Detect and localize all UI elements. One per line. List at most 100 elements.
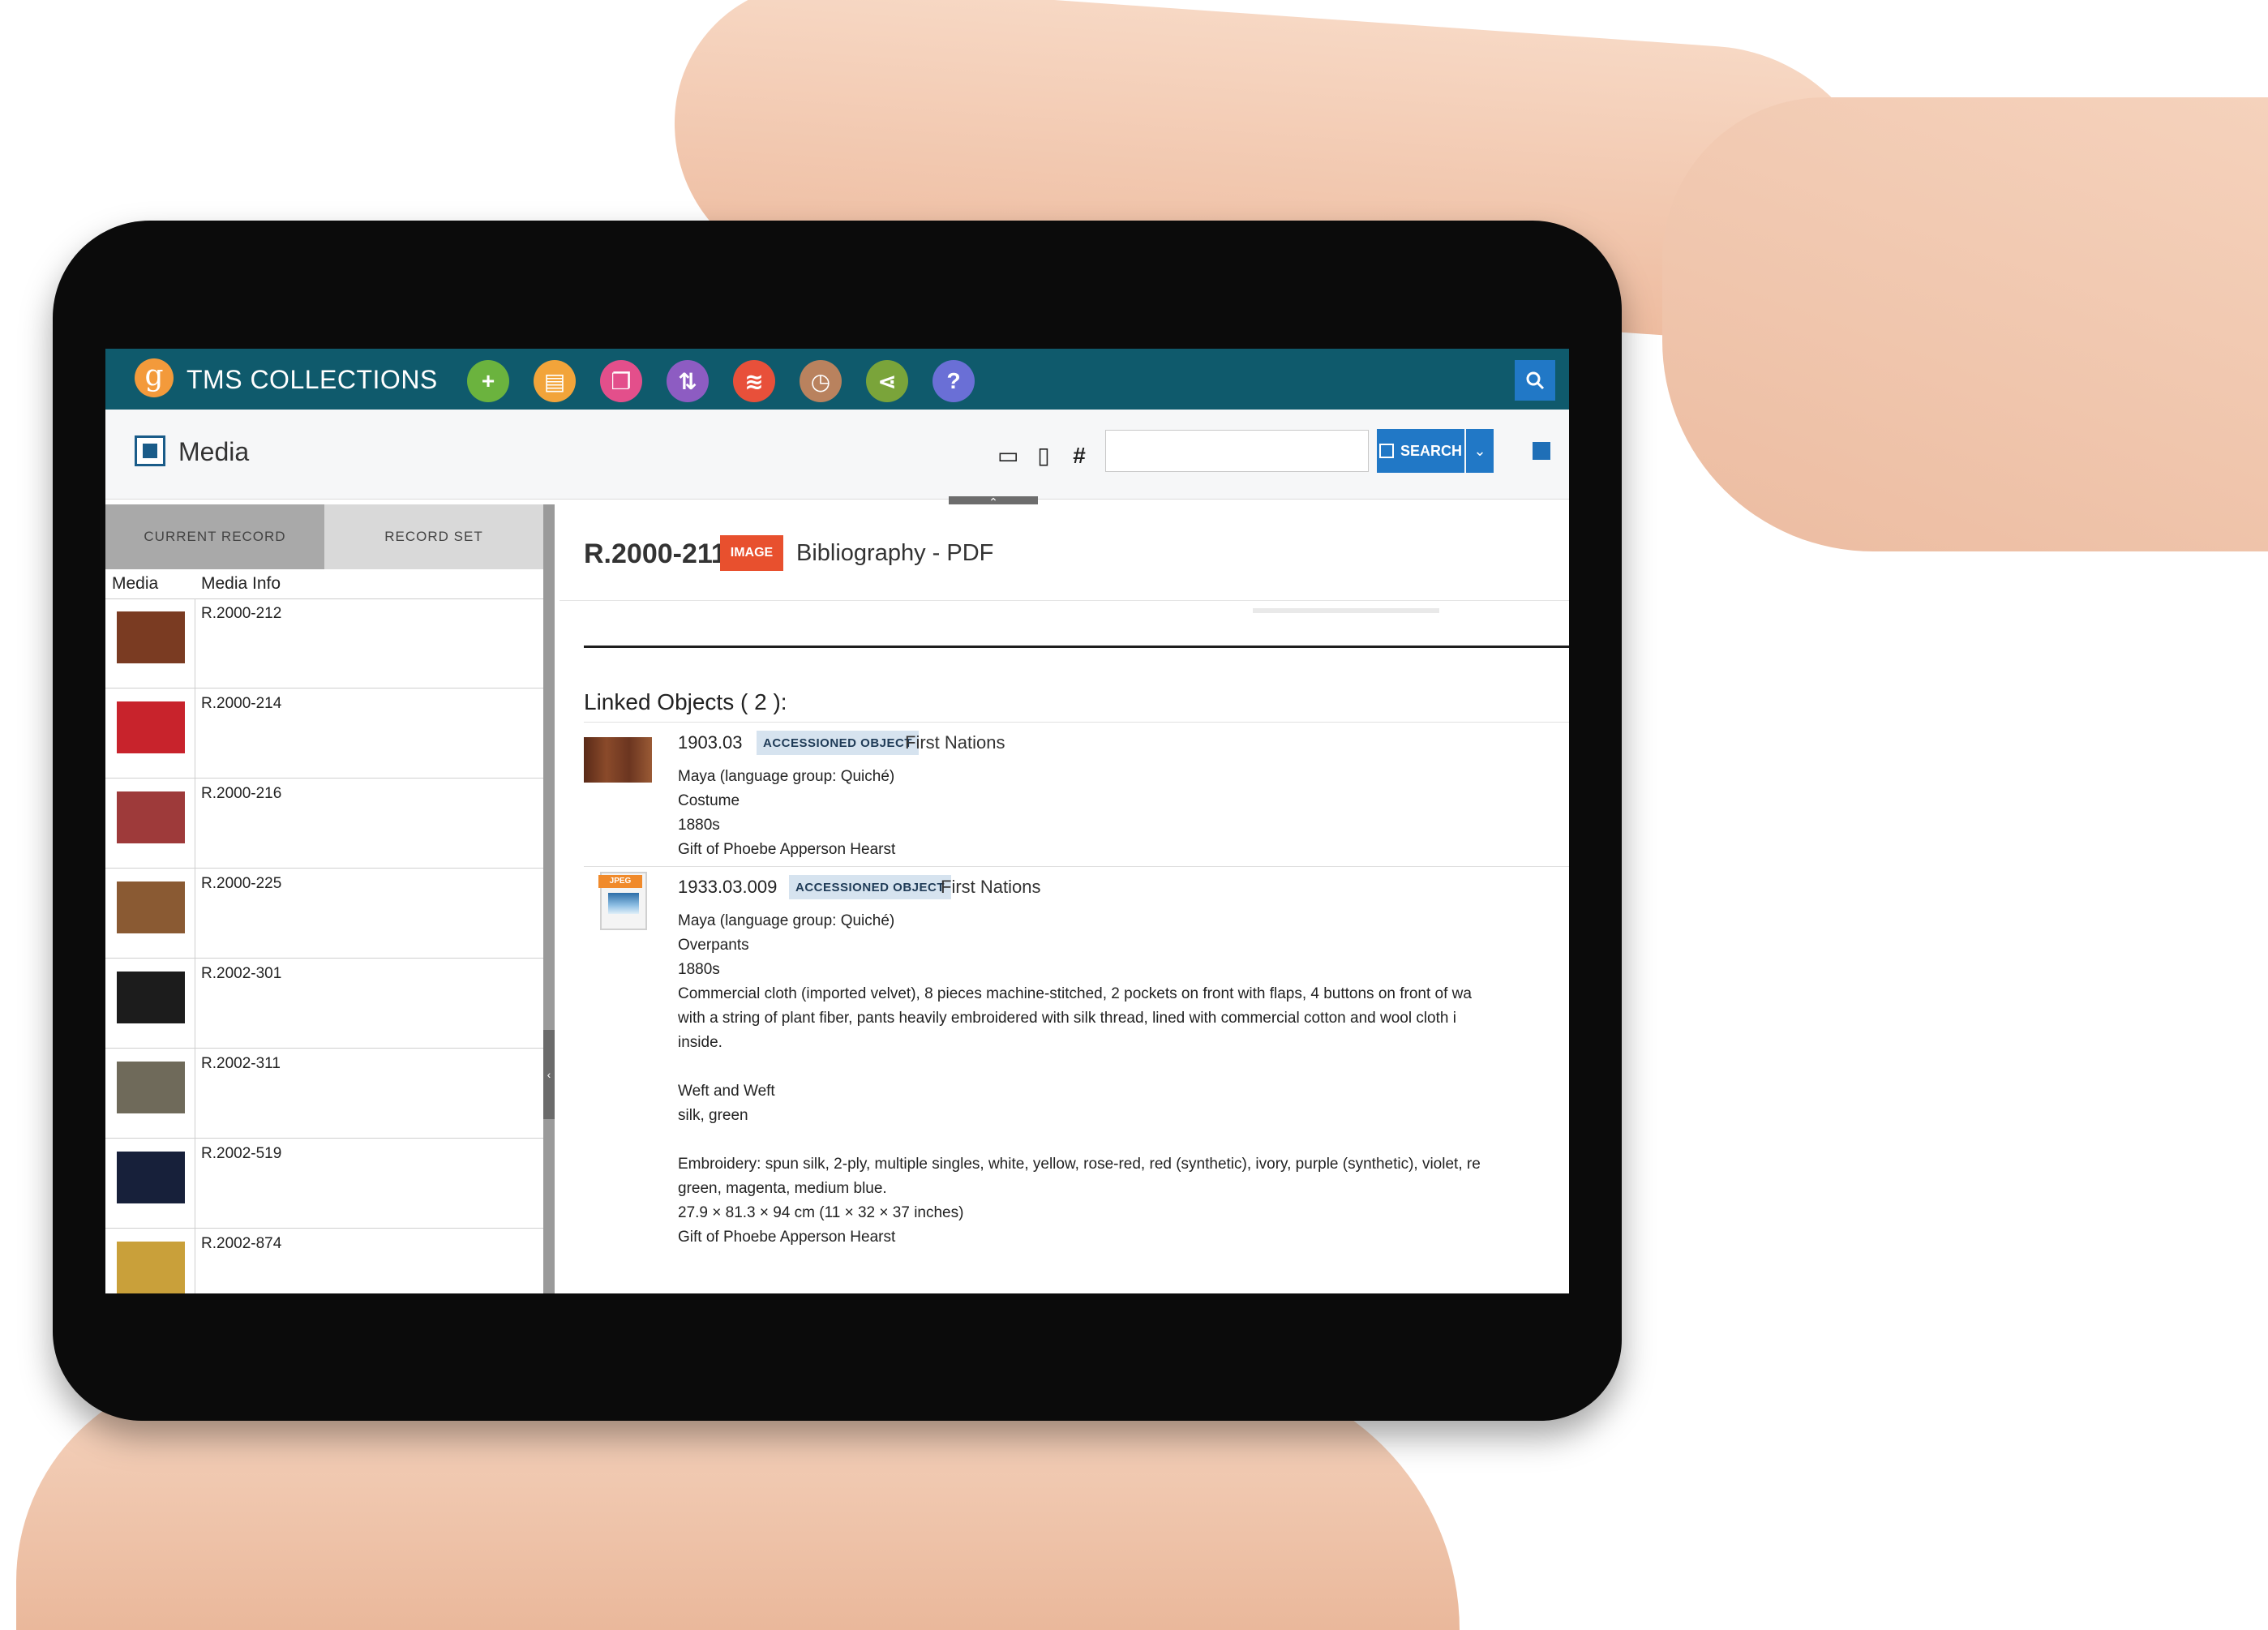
wrist (1662, 97, 2268, 551)
search-icon (1526, 371, 1545, 390)
chevron-left-icon: ‹ (547, 1068, 551, 1081)
detail-line: inside. (678, 1034, 722, 1051)
windows-icon[interactable]: ❐ (600, 360, 642, 402)
jpeg-file-icon[interactable]: JPEG (598, 872, 647, 930)
column-media-info[interactable]: Media Info (201, 574, 281, 594)
window-view-icon[interactable]: ▭ (997, 444, 1018, 467)
list-item[interactable]: R.2000-225 (105, 869, 543, 959)
linked-object-2[interactable]: JPEG 1933.03.009 ACCESSIONED OBJECT Firs… (584, 866, 1569, 1272)
detail-line: Costume (678, 792, 740, 809)
list-item[interactable]: R.2002-311 (105, 1049, 543, 1139)
record-detail-panel: R.2000-211 IMAGE Bibliography - PDF Link… (559, 504, 1569, 1293)
divider (559, 600, 1569, 601)
search-button-label: SEARCH (1400, 442, 1462, 459)
search-box-icon (1378, 444, 1394, 458)
detail-line: Maya (language group: Quiché) (678, 768, 895, 785)
search-input[interactable] (1105, 430, 1369, 472)
detail-line: silk, green (678, 1107, 748, 1124)
media-thumbnail[interactable] (117, 1152, 185, 1203)
search-button[interactable]: SEARCH (1377, 429, 1464, 473)
record-type-badge: IMAGE (720, 535, 783, 571)
detail-line: 1880s (678, 961, 720, 978)
media-number: R.2000-212 (201, 605, 282, 622)
panel-toggle-square[interactable] (1533, 442, 1550, 460)
record-tabs: CURRENT RECORD RECORD SET (105, 504, 543, 569)
detail-line: 27.9 × 81.3 × 94 cm (11 × 32 × 37 inches… (678, 1204, 964, 1221)
detail-line: Overpants (678, 937, 749, 954)
record-list-panel: CURRENT RECORD RECORD SET Media Media In… (105, 504, 555, 1293)
hash-search-toggle[interactable]: # (1069, 444, 1090, 467)
record-id: R.2000-211 (584, 538, 727, 569)
media-thumbnail[interactable] (117, 791, 185, 843)
detail-line: Gift of Phoebe Apperson Hearst (678, 841, 896, 858)
layers-icon[interactable]: ≋ (733, 360, 775, 402)
media-number: R.2002-874 (201, 1235, 282, 1252)
detail-line: Gift of Phoebe Apperson Hearst (678, 1229, 896, 1246)
object-details: Maya (language group: Quiché) Overpants 18… (678, 909, 1481, 1250)
linked-objects-heading: Linked Objects ( 2 ): (584, 689, 787, 714)
detail-line: with a string of plant fiber, pants heav… (678, 1010, 1456, 1027)
media-number: R.2000-214 (201, 695, 282, 712)
search-options-dropdown[interactable]: ⌄ (1466, 429, 1494, 473)
media-thumbnail[interactable] (117, 1062, 185, 1113)
app-logo[interactable]: g (135, 358, 174, 397)
plus-icon[interactable]: + (467, 360, 509, 402)
object-number: 1903.03 (678, 732, 743, 753)
media-thumbnail[interactable] (117, 972, 185, 1023)
page-view-icon[interactable]: ▯ (1033, 444, 1054, 467)
object-culture: First Nations (905, 732, 1005, 753)
tablet-screen: g TMS COLLECTIONS + ▤ ❐ ⇅ ≋ ◷ ⋖? Media ▭ ▯ # S… (105, 349, 1569, 1293)
object-details: Maya (language group: Quiché) Costume 1880… (678, 765, 895, 862)
list-item[interactable]: R.2000-214 (105, 688, 543, 779)
list-item[interactable]: R.2002-874 (105, 1229, 543, 1293)
help-icon[interactable]: ? (932, 360, 975, 402)
media-thumbnail[interactable] (117, 1242, 185, 1293)
media-number: R.2000-225 (201, 875, 282, 892)
section-divider (584, 646, 1569, 648)
list-item[interactable]: R.2002-519 (105, 1139, 543, 1229)
detail-line: Maya (language group: Quiché) (678, 912, 895, 929)
media-thumbnail[interactable] (117, 701, 185, 753)
tab-current-record[interactable]: CURRENT RECORD (105, 504, 324, 569)
media-module-icon (135, 435, 165, 466)
detail-line: Weft and Weft (678, 1083, 775, 1100)
media-number: R.2002-301 (201, 965, 282, 982)
object-culture: First Nations (941, 877, 1041, 897)
list-item[interactable]: R.2000-216 (105, 779, 543, 869)
global-search-button[interactable] (1515, 360, 1555, 401)
accessioned-badge: ACCESSIONED OBJECT (789, 875, 952, 899)
accessioned-badge: ACCESSIONED OBJECT (757, 731, 920, 755)
detail-line: Embroidery: spun silk, 2-ply, multiple s… (678, 1156, 1481, 1173)
page-title: Media (178, 437, 250, 466)
object-thumbnail[interactable] (584, 737, 652, 783)
media-thumbnail[interactable] (117, 881, 185, 933)
media-list: R.2000-212 R.2000-214 R.2000-216 R.2000-225… (105, 598, 543, 1293)
column-media[interactable]: Media (112, 574, 158, 594)
media-number: R.2000-216 (201, 785, 282, 802)
media-number: R.2002-519 (201, 1145, 282, 1162)
list-column-headers: Media Media Info (105, 569, 543, 599)
collapse-left-panel-handle[interactable]: ‹ (543, 1030, 555, 1119)
media-number: R.2002-311 (201, 1055, 281, 1072)
linked-object-1[interactable]: 1903.03 ACCESSIONED OBJECT First Nations… (584, 722, 1569, 867)
object-number: 1933.03.009 (678, 877, 778, 897)
share-icon[interactable]: ⋖ (866, 360, 908, 402)
clock-icon[interactable]: ◷ (800, 360, 842, 402)
tab-record-set[interactable]: RECORD SET (324, 504, 543, 569)
list-item[interactable]: R.2002-301 (105, 959, 543, 1049)
detail-line: Commercial cloth (imported velvet), 8 pi… (678, 985, 1472, 1002)
record-title: Bibliography - PDF (796, 540, 994, 566)
module-header: Media ▭ ▯ # SEARCH ⌄ (105, 410, 1569, 500)
image-preview-icon (608, 893, 639, 914)
list-item[interactable]: R.2000-212 (105, 598, 543, 688)
media-thumbnail[interactable] (117, 611, 185, 663)
detail-line (678, 1055, 1481, 1079)
detail-line: 1880s (678, 817, 720, 834)
detail-line: green, magenta, medium blue. (678, 1180, 887, 1197)
sort-arrows-icon[interactable]: ⇅ (667, 360, 709, 402)
section-handle[interactable] (1253, 608, 1439, 613)
document-icon[interactable]: ▤ (534, 360, 576, 402)
file-type-tag: JPEG (598, 875, 642, 888)
detail-line (678, 1128, 1481, 1152)
app-title: TMS COLLECTIONS (186, 365, 438, 394)
